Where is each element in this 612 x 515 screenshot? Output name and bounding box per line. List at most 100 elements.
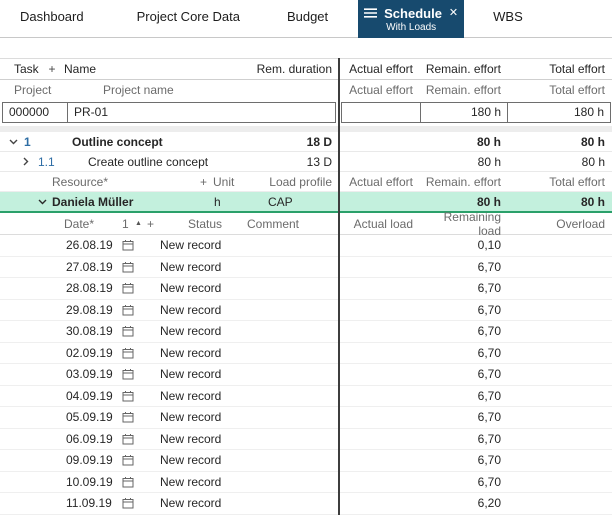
load-row[interactable]: 30.08.19 New record 6,70 xyxy=(0,321,612,343)
resource-remain-effort[interactable]: 80 h xyxy=(420,195,508,209)
load-row[interactable]: 28.08.19 New record 6,70 xyxy=(0,278,612,300)
project-remain-effort-field[interactable]: 180 h xyxy=(420,102,508,123)
load-row[interactable]: 03.09.19 New record 6,70 xyxy=(0,364,612,386)
remaining-load-value[interactable]: 6,20 xyxy=(420,496,508,510)
resource-total-effort[interactable]: 80 h xyxy=(508,195,612,209)
date-value[interactable]: 05.09.19 xyxy=(0,410,122,424)
status-value: New record xyxy=(142,389,238,403)
tab-schedule[interactable]: Schedule ✕ With Loads xyxy=(358,0,464,38)
date-value[interactable]: 26.08.19 xyxy=(0,238,122,252)
load-row[interactable]: 04.09.19 New record 6,70 xyxy=(0,386,612,408)
load-row[interactable]: 27.08.19 New record 6,70 xyxy=(0,257,612,279)
remaining-load-value[interactable]: 6,70 xyxy=(420,453,508,467)
date-value[interactable]: 29.08.19 xyxy=(0,303,122,317)
remaining-load-value[interactable]: 6,70 xyxy=(420,303,508,317)
task-row[interactable]: 1 Outline concept 18 D 80 h 80 h xyxy=(0,132,612,152)
load-row[interactable]: 02.09.19 New record 6,70 xyxy=(0,343,612,365)
calendar-icon[interactable] xyxy=(122,239,142,251)
date-value[interactable]: 27.08.19 xyxy=(0,260,122,274)
remain-effort-sublabel: Remain. effort xyxy=(420,83,508,97)
task-remain-effort[interactable]: 80 h xyxy=(420,155,508,169)
calendar-icon[interactable] xyxy=(122,347,142,359)
resource-load-profile[interactable]: CAP xyxy=(254,195,340,209)
task-total-effort[interactable]: 80 h xyxy=(508,135,612,149)
calendar-icon[interactable] xyxy=(122,433,142,445)
calendar-icon[interactable] xyxy=(122,325,142,337)
resource-unit[interactable]: h xyxy=(214,195,254,209)
date-column-header[interactable]: Date* xyxy=(0,217,122,231)
task-number[interactable]: 1 xyxy=(24,135,72,149)
load-row[interactable]: 10.09.19 New record 6,70 xyxy=(0,472,612,494)
remaining-load-value[interactable]: 0,10 xyxy=(420,238,508,252)
tab-budget[interactable]: Budget xyxy=(287,0,328,24)
load-row[interactable]: 09.09.19 New record 6,70 xyxy=(0,450,612,472)
project-actual-effort-field[interactable] xyxy=(341,102,421,123)
add-load-record-button[interactable]: + xyxy=(147,217,162,231)
calendar-icon[interactable] xyxy=(122,390,142,402)
total-effort-sublabel: Total effort xyxy=(508,175,612,189)
task-duration[interactable]: 18 D xyxy=(240,135,340,149)
resource-row-selected[interactable]: Daniela Müller h CAP 80 h 80 h xyxy=(0,192,612,213)
date-value[interactable]: 09.09.19 xyxy=(0,453,122,467)
calendar-icon[interactable] xyxy=(122,497,142,509)
date-value[interactable]: 28.08.19 xyxy=(0,281,122,295)
remaining-load-value[interactable]: 6,70 xyxy=(420,281,508,295)
task-row[interactable]: 1.1 Create outline concept 13 D 80 h 80 … xyxy=(0,152,612,172)
remaining-load-value[interactable]: 6,70 xyxy=(420,475,508,489)
load-row[interactable]: 29.08.19 New record 6,70 xyxy=(0,300,612,322)
status-value: New record xyxy=(142,281,238,295)
calendar-icon[interactable] xyxy=(122,411,142,423)
task-name[interactable]: Outline concept xyxy=(72,135,240,149)
rem-duration-column-header: Rem. duration xyxy=(240,62,340,76)
task-total-effort[interactable]: 80 h xyxy=(508,155,612,169)
date-value[interactable]: 30.08.19 xyxy=(0,324,122,338)
task-name[interactable]: Create outline concept xyxy=(88,155,240,169)
remaining-load-value[interactable]: 6,70 xyxy=(420,367,508,381)
tab-dashboard[interactable]: Dashboard xyxy=(20,0,84,24)
task-remain-effort[interactable]: 80 h xyxy=(420,135,508,149)
hamburger-menu-icon[interactable] xyxy=(364,6,377,21)
task-number[interactable]: 1.1 xyxy=(38,155,72,169)
sort-order-number[interactable]: 1 xyxy=(122,217,135,231)
tab-project-core-data[interactable]: Project Core Data xyxy=(137,0,240,24)
load-row[interactable]: 26.08.19 New record 0,10 xyxy=(0,235,612,257)
date-value[interactable]: 04.09.19 xyxy=(0,389,122,403)
name-column-header: Name xyxy=(64,62,240,76)
load-header-row: Date* 1 ▲ + Status Comment Actual load R… xyxy=(0,213,612,235)
remaining-load-value[interactable]: 6,70 xyxy=(420,432,508,446)
date-value[interactable]: 03.09.19 xyxy=(0,367,122,381)
collapse-icon[interactable] xyxy=(0,199,52,205)
resource-name[interactable]: Daniela Müller xyxy=(52,195,214,209)
project-total-effort-field[interactable]: 180 h xyxy=(507,102,611,123)
status-value: New record xyxy=(142,496,238,510)
date-value[interactable]: 10.09.19 xyxy=(0,475,122,489)
add-task-button[interactable]: + xyxy=(40,62,64,76)
load-row[interactable]: 05.09.19 New record 6,70 xyxy=(0,407,612,429)
remaining-load-value[interactable]: 6,70 xyxy=(420,324,508,338)
remaining-load-value[interactable]: 6,70 xyxy=(420,389,508,403)
remaining-load-value[interactable]: 6,70 xyxy=(420,346,508,360)
add-resource-button[interactable]: + xyxy=(200,175,213,189)
close-tab-icon[interactable]: ✕ xyxy=(449,8,458,19)
date-value[interactable]: 02.09.19 xyxy=(0,346,122,360)
sort-ascending-icon[interactable]: ▲ xyxy=(135,220,147,227)
project-id-field[interactable]: 000000 xyxy=(2,102,68,123)
project-name-field[interactable]: PR-01 xyxy=(67,102,336,123)
date-value[interactable]: 11.09.19 xyxy=(0,496,122,510)
calendar-icon[interactable] xyxy=(122,304,142,316)
calendar-icon[interactable] xyxy=(122,282,142,294)
load-row[interactable]: 11.09.19 New record 6,20 xyxy=(0,493,612,515)
task-duration[interactable]: 13 D xyxy=(240,155,340,169)
date-value[interactable]: 06.09.19 xyxy=(0,432,122,446)
tab-wbs[interactable]: WBS xyxy=(493,0,523,24)
calendar-icon[interactable] xyxy=(122,454,142,466)
remaining-load-value[interactable]: 6,70 xyxy=(420,260,508,274)
collapse-icon[interactable] xyxy=(0,139,24,145)
remaining-load-value[interactable]: 6,70 xyxy=(420,410,508,424)
calendar-icon[interactable] xyxy=(122,261,142,273)
expand-icon[interactable] xyxy=(0,157,38,166)
calendar-icon[interactable] xyxy=(122,476,142,488)
load-row[interactable]: 06.09.19 New record 6,70 xyxy=(0,429,612,451)
calendar-icon[interactable] xyxy=(122,368,142,380)
tab-schedule-label: Schedule xyxy=(384,6,442,21)
